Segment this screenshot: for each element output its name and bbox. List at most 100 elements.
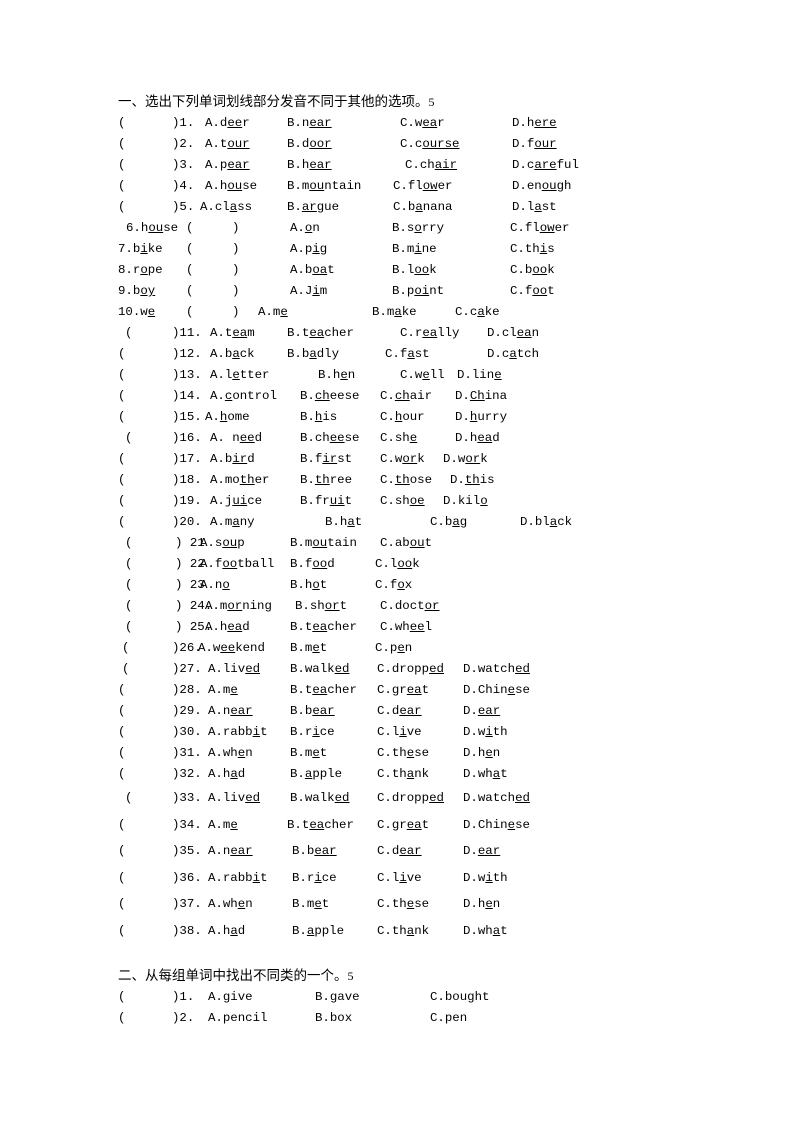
- option-a[interactable]: A.me: [208, 680, 238, 701]
- option-c[interactable]: C.great: [377, 680, 429, 701]
- option-c[interactable]: C.shoe: [380, 491, 425, 512]
- option-a[interactable]: A.near: [208, 838, 253, 865]
- option-c[interactable]: C.live: [377, 865, 422, 892]
- answer-blank-open-paren[interactable]: (: [186, 218, 193, 239]
- option-a[interactable]: A.class: [200, 197, 252, 218]
- option-d[interactable]: D.watched: [463, 785, 530, 812]
- option-a[interactable]: A.me: [258, 302, 288, 323]
- answer-blank-open-paren[interactable]: (: [118, 344, 125, 365]
- answer-blank-close-paren[interactable]: ): [232, 218, 239, 239]
- answer-blank-open-paren[interactable]: (: [118, 365, 125, 386]
- option-c[interactable]: C.really: [400, 323, 460, 344]
- option-a[interactable]: A.bird: [210, 449, 255, 470]
- answer-blank-open-paren[interactable]: (: [118, 155, 125, 176]
- option-a[interactable]: A.on: [290, 218, 320, 239]
- option-c[interactable]: C.bag: [430, 512, 467, 533]
- answer-blank-open-paren[interactable]: (: [118, 134, 125, 155]
- option-a[interactable]: A.home: [205, 407, 250, 428]
- option-b[interactable]: B.rice: [292, 865, 337, 892]
- option-b[interactable]: B.badly: [287, 344, 339, 365]
- option-d[interactable]: D.four: [512, 134, 557, 155]
- answer-blank-open-paren[interactable]: (: [125, 596, 132, 617]
- option-a[interactable]: A.back: [210, 344, 255, 365]
- option-b[interactable]: B.point: [392, 281, 444, 302]
- option-b[interactable]: B.teacher: [287, 323, 354, 344]
- answer-blank-open-paren[interactable]: (: [118, 512, 125, 533]
- answer-blank-open-paren[interactable]: (: [118, 449, 125, 470]
- option-c[interactable]: C.thank: [377, 764, 429, 785]
- answer-blank-open-paren[interactable]: (: [186, 302, 193, 323]
- option-d[interactable]: D.with: [463, 865, 508, 892]
- option-d[interactable]: D.last: [512, 197, 557, 218]
- option-a[interactable]: A.rabbit: [208, 722, 268, 743]
- option-d[interactable]: D.hurry: [455, 407, 507, 428]
- option-c[interactable]: C.these: [377, 891, 429, 918]
- option-c[interactable]: C.course: [400, 134, 460, 155]
- option-b[interactable]: B.met: [292, 891, 329, 918]
- option-c[interactable]: C.flower: [510, 218, 570, 239]
- answer-blank-open-paren[interactable]: (: [118, 838, 125, 865]
- option-b[interactable]: B.make: [372, 302, 417, 323]
- option-b[interactable]: B.teacher: [287, 812, 354, 839]
- option-b[interactable]: B.his: [300, 407, 337, 428]
- option-b[interactable]: B.teacher: [290, 680, 357, 701]
- answer-blank-close-paren[interactable]: ): [232, 281, 239, 302]
- option-b[interactable]: B.gave: [315, 987, 360, 1008]
- option-b[interactable]: B.near: [287, 113, 332, 134]
- answer-blank-open-paren[interactable]: (: [125, 428, 132, 449]
- option-c[interactable]: C.dear: [377, 701, 422, 722]
- option-d[interactable]: D.line: [457, 365, 502, 386]
- answer-blank-open-paren[interactable]: (: [118, 743, 125, 764]
- answer-blank-open-paren[interactable]: (: [186, 260, 193, 281]
- option-a[interactable]: A.when: [208, 891, 253, 918]
- answer-blank-open-paren[interactable]: (: [118, 987, 125, 1008]
- option-b[interactable]: B.teacher: [290, 617, 357, 638]
- option-c[interactable]: C.chair: [405, 155, 457, 176]
- option-c[interactable]: C.about: [380, 533, 432, 554]
- answer-blank-open-paren[interactable]: (: [125, 785, 132, 812]
- option-a[interactable]: A.mother: [210, 470, 270, 491]
- option-a[interactable]: A.give: [208, 987, 253, 1008]
- option-d[interactable]: D.work: [443, 449, 488, 470]
- option-b[interactable]: B.fruit: [300, 491, 352, 512]
- option-c[interactable]: C.great: [377, 812, 429, 839]
- option-a[interactable]: A.near: [208, 701, 253, 722]
- option-c[interactable]: C.banana: [393, 197, 453, 218]
- option-b[interactable]: B.met: [290, 638, 327, 659]
- answer-blank-open-paren[interactable]: (: [186, 281, 193, 302]
- option-c[interactable]: C.those: [380, 470, 432, 491]
- answer-blank-close-paren[interactable]: ): [232, 302, 239, 323]
- answer-blank-open-paren[interactable]: (: [118, 176, 125, 197]
- option-b[interactable]: B.first: [300, 449, 352, 470]
- answer-blank-open-paren[interactable]: (: [118, 701, 125, 722]
- option-d[interactable]: D.kilo: [443, 491, 488, 512]
- answer-blank-open-paren[interactable]: (: [125, 575, 132, 596]
- option-a[interactable]: A. need: [210, 428, 262, 449]
- option-a[interactable]: A.no: [200, 575, 230, 596]
- option-b[interactable]: B.mountain: [287, 176, 361, 197]
- option-b[interactable]: B.short: [295, 596, 347, 617]
- option-b[interactable]: B.bear: [290, 701, 335, 722]
- option-c[interactable]: C.this: [510, 239, 555, 260]
- option-a[interactable]: A.weekend: [198, 638, 265, 659]
- option-b[interactable]: B.door: [287, 134, 332, 155]
- option-a[interactable]: A.had: [208, 764, 245, 785]
- option-c[interactable]: C.doctor: [380, 596, 440, 617]
- option-a[interactable]: A.control: [210, 386, 277, 407]
- option-c[interactable]: C.well: [400, 365, 445, 386]
- option-a[interactable]: A.tour: [205, 134, 250, 155]
- option-c[interactable]: C.cake: [455, 302, 500, 323]
- option-a[interactable]: A.rabbit: [208, 865, 268, 892]
- answer-blank-open-paren[interactable]: (: [118, 812, 125, 839]
- option-d[interactable]: D.hen: [463, 891, 500, 918]
- option-a[interactable]: A.soup: [200, 533, 245, 554]
- option-a[interactable]: A.pear: [205, 155, 250, 176]
- answer-blank-open-paren[interactable]: (: [122, 659, 129, 680]
- option-b[interactable]: B.food: [290, 554, 335, 575]
- option-b[interactable]: B.bear: [292, 838, 337, 865]
- option-c[interactable]: C.pen: [430, 1008, 467, 1029]
- option-c[interactable]: C.fox: [375, 575, 412, 596]
- answer-blank-open-paren[interactable]: (: [118, 680, 125, 701]
- answer-blank-open-paren[interactable]: (: [118, 722, 125, 743]
- option-c[interactable]: C.dropped: [377, 659, 444, 680]
